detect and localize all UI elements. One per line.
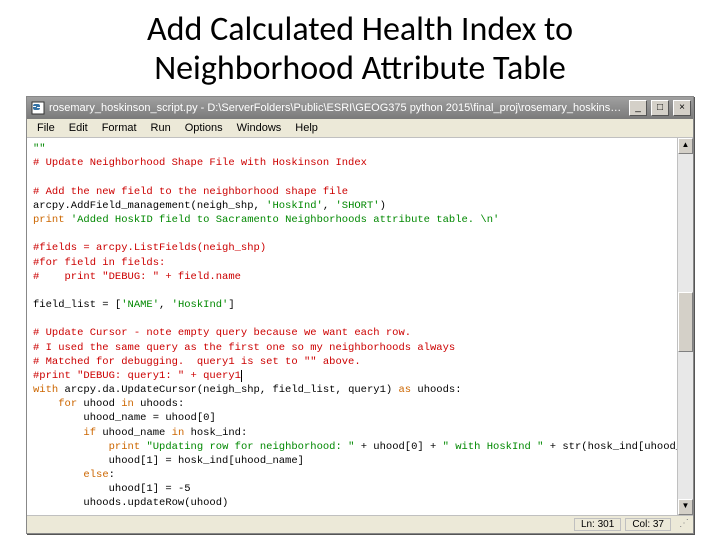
- editor-area: "" # Update Neighborhood Shape File with…: [27, 138, 693, 514]
- scroll-down-button[interactable]: ▼: [678, 499, 693, 515]
- slide-title-line2: Neighborhood Attribute Table: [154, 48, 566, 89]
- text-caret: [241, 370, 242, 382]
- menu-windows[interactable]: Windows: [231, 121, 288, 135]
- menu-run[interactable]: Run: [145, 121, 177, 135]
- status-line: Ln: 301: [574, 518, 621, 531]
- titlebar[interactable]: rosemary_hoskinson_script.py - D:\Server…: [27, 97, 693, 119]
- menu-edit[interactable]: Edit: [63, 121, 94, 135]
- menu-format[interactable]: Format: [96, 121, 143, 135]
- close-button[interactable]: ×: [673, 100, 691, 116]
- vertical-scrollbar[interactable]: ▲ ▼: [677, 138, 693, 514]
- scroll-up-button[interactable]: ▲: [678, 138, 693, 154]
- code-editor[interactable]: "" # Update Neighborhood Shape File with…: [27, 138, 677, 514]
- maximize-button[interactable]: □: [651, 100, 669, 116]
- menu-options[interactable]: Options: [179, 121, 229, 135]
- slide-title-line1: Add Calculated Health Index to: [147, 9, 573, 50]
- menubar: File Edit Format Run Options Windows Hel…: [27, 119, 693, 138]
- scroll-track[interactable]: [678, 154, 693, 498]
- minimize-button[interactable]: _: [629, 100, 647, 116]
- editor-window: rosemary_hoskinson_script.py - D:\Server…: [26, 96, 694, 533]
- scroll-thumb[interactable]: [678, 292, 693, 352]
- statusbar: Ln: 301 Col: 37 ⋰: [27, 515, 693, 533]
- menu-help[interactable]: Help: [289, 121, 324, 135]
- menu-file[interactable]: File: [31, 121, 61, 135]
- window-title: rosemary_hoskinson_script.py - D:\Server…: [49, 102, 625, 114]
- status-col: Col: 37: [625, 518, 671, 531]
- resize-grip-icon[interactable]: ⋰: [675, 518, 689, 531]
- python-file-icon: [31, 101, 45, 115]
- slide-title: Add Calculated Health Index to Neighborh…: [0, 0, 720, 96]
